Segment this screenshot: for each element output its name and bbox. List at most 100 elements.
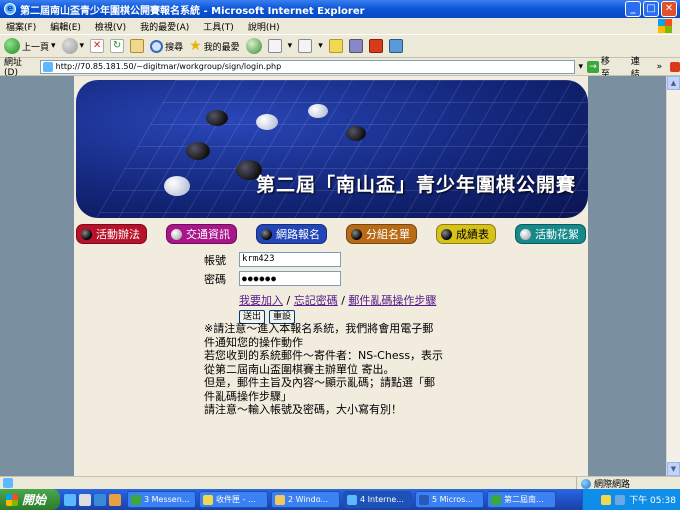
windows-logo-icon <box>658 19 672 33</box>
mail-dropdown-icon[interactable]: ▾ <box>288 41 293 51</box>
address-input[interactable]: http://70.85.181.50/~digitmar/workgroup/… <box>39 59 575 74</box>
white-stone <box>256 114 278 130</box>
favorites-button[interactable]: ★ 我的最愛 <box>189 38 240 54</box>
forward-dropdown-icon[interactable]: ▾ <box>80 41 85 51</box>
start-button[interactable]: 開始 <box>0 489 60 510</box>
task-inbox[interactable]: 收件匣 - ... <box>199 491 268 508</box>
download-icon[interactable] <box>368 39 383 53</box>
white-stone <box>308 104 328 118</box>
nav-groups[interactable]: 分組名單 <box>346 224 417 244</box>
globe-icon <box>581 478 591 489</box>
network-icon[interactable] <box>615 494 626 505</box>
refresh-icon[interactable]: ↻ <box>110 39 125 53</box>
menu-help[interactable]: 說明(H) <box>248 20 280 33</box>
mail-icon <box>203 494 213 505</box>
menu-view[interactable]: 檢視(V) <box>95 20 126 33</box>
nav-label: 分組名單 <box>366 228 410 241</box>
forgot-password-link[interactable]: 忘記密碼 <box>294 294 338 307</box>
mail-encoding-help-link[interactable]: 郵件亂碼操作步驟 <box>348 294 436 307</box>
note-icon[interactable] <box>328 39 343 53</box>
link-separator: / <box>337 294 349 307</box>
mail-icon[interactable] <box>267 39 282 53</box>
links-chevron-icon[interactable]: » <box>657 62 663 72</box>
ie-quicklaunch-icon[interactable] <box>64 493 76 506</box>
task-messenger[interactable]: 3 Messen... <box>127 491 196 508</box>
menu-edit[interactable]: 編輯(E) <box>50 20 81 33</box>
page-viewport: 第二屆「南山盃」青少年圍棋公開賽 活動辦法 交通資訊 網路報名 分組名單 成績表 <box>0 76 680 476</box>
window-title: 第二屆南山盃青少年圍棋公開賽報名系統 - Microsoft Internet … <box>20 5 365 17</box>
scroll-up-icon[interactable]: ▲ <box>667 76 680 90</box>
search-button[interactable]: 搜尋 <box>150 39 183 53</box>
research-icon[interactable] <box>348 39 363 53</box>
task-page[interactable]: 第二屆南... <box>487 491 556 508</box>
window-titlebar: e 第二屆南山盃青少年圍棋公開賽報名系統 - Microsoft Interne… <box>0 0 680 18</box>
page-content: 第二屆「南山盃」青少年圍棋公開賽 活動辦法 交通資訊 網路報名 分組名單 成績表 <box>74 76 588 476</box>
task-list: 3 Messen... 收件匣 - ... 2 Windo... 4 Inter… <box>127 491 556 508</box>
notice-line: 但是，郵件主旨及內容～顯示亂碼；請點選「郵件亂碼操作步驟」 <box>204 376 435 403</box>
link-separator: / <box>283 294 294 307</box>
stop-icon[interactable]: ✕ <box>90 39 105 53</box>
maximize-button[interactable]: □ <box>643 1 659 17</box>
print-dropdown-icon[interactable]: ▾ <box>318 41 323 51</box>
task-label: 3 Messen... <box>144 495 190 504</box>
notice-text: ※請注意～進入本報名系統，我們將會用電子郵件通知您的操作動作 若您收到的系統郵件… <box>204 322 444 417</box>
address-url: http://70.85.181.50/~digitmar/workgroup/… <box>55 62 282 71</box>
task-microsoft[interactable]: 5 Micros... <box>415 491 484 508</box>
minimize-button[interactable]: _ <box>625 1 641 17</box>
nav-online-signup[interactable]: 網路報名 <box>256 224 327 244</box>
join-link[interactable]: 我要加入 <box>239 294 283 307</box>
account-input[interactable]: krm423 <box>239 252 341 267</box>
notice-line: ※請注意～進入本報名系統，我們將會用電子郵件通知您的操作動作 <box>204 322 434 349</box>
extension-icon[interactable] <box>670 61 680 72</box>
forward-button[interactable]: ▾ <box>61 38 85 54</box>
nav-label: 網路報名 <box>276 228 320 241</box>
scroll-down-icon[interactable]: ▼ <box>667 462 680 476</box>
desktop-quicklaunch-icon[interactable] <box>79 493 91 506</box>
go-board-grid <box>96 80 588 218</box>
black-stone-icon <box>351 228 362 240</box>
folder-icon <box>275 494 285 505</box>
nav-activity-rules[interactable]: 活動辦法 <box>76 224 147 244</box>
print-icon[interactable] <box>298 39 313 53</box>
back-label: 上一頁 <box>22 42 50 53</box>
ie-icon <box>347 494 357 505</box>
start-label: 開始 <box>22 493 47 507</box>
vertical-scrollbar[interactable]: ▲ ▼ <box>666 76 680 476</box>
task-label: 2 Windo... <box>288 495 329 504</box>
nav-label: 活動辦法 <box>96 228 140 241</box>
task-windows[interactable]: 2 Windo... <box>271 491 340 508</box>
address-dropdown-icon[interactable]: ▾ <box>579 62 584 72</box>
home-icon[interactable] <box>130 39 145 53</box>
tray-app-icon[interactable] <box>601 494 612 505</box>
nav-results[interactable]: 成績表 <box>436 224 496 244</box>
white-stone-icon <box>171 228 182 240</box>
menu-favorites[interactable]: 我的最愛(A) <box>140 20 189 33</box>
password-label: 密碼 <box>204 272 226 286</box>
back-button[interactable]: 上一頁 ▾ <box>4 38 56 54</box>
password-input[interactable]: ●●●●●● <box>239 271 341 286</box>
nav-label: 交通資訊 <box>186 228 230 241</box>
menu-tools[interactable]: 工具(T) <box>203 20 234 33</box>
nav-label: 活動花絮 <box>535 228 579 241</box>
account-label: 帳號 <box>204 253 226 267</box>
windows-flag-icon <box>6 493 18 506</box>
menu-file[interactable]: 檔案(F) <box>6 20 36 33</box>
messenger-icon[interactable] <box>388 39 403 53</box>
page-done-icon <box>3 478 13 488</box>
back-dropdown-icon[interactable]: ▾ <box>51 41 56 51</box>
word-icon <box>419 494 429 505</box>
app-quicklaunch-icon[interactable] <box>109 493 121 506</box>
history-icon[interactable] <box>245 38 262 54</box>
black-stone-icon <box>441 228 452 240</box>
close-button[interactable]: ✕ <box>661 1 677 17</box>
page-icon <box>42 61 53 72</box>
toolbar: 上一頁 ▾ ▾ ✕ ↻ 搜尋 ★ 我的最愛 ▾ ▾ <box>0 34 680 58</box>
white-stone-icon <box>520 228 531 240</box>
back-arrow-icon <box>4 38 20 54</box>
nav-photos[interactable]: 活動花絮 <box>515 224 586 244</box>
task-internet-explorer[interactable]: 4 Interne... <box>343 491 412 508</box>
white-stone <box>164 176 190 196</box>
nav-transport[interactable]: 交通資訊 <box>166 224 237 244</box>
task-label: 5 Micros... <box>432 495 473 504</box>
media-quicklaunch-icon[interactable] <box>94 493 106 506</box>
